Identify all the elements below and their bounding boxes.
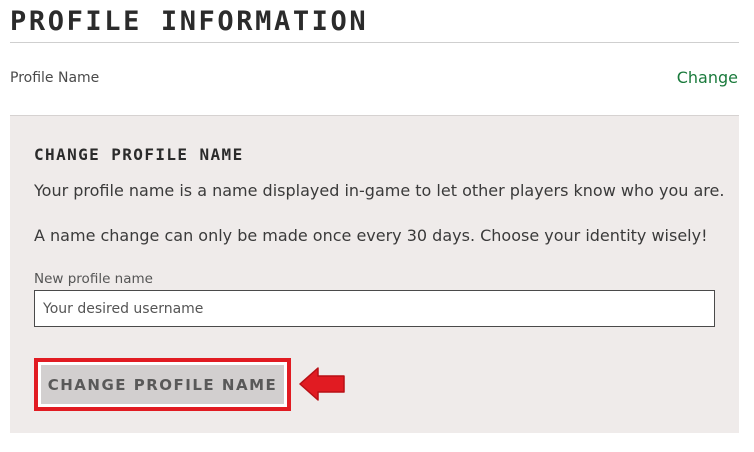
change-profile-name-link[interactable]: Change xyxy=(677,68,738,87)
profile-information-page: PROFILE INFORMATION Profile Name Change … xyxy=(0,0,754,452)
panel-description-1: Your profile name is a name displayed in… xyxy=(34,181,725,200)
arrow-left-icon xyxy=(299,367,345,401)
panel-description-2: A name change can only be made once ever… xyxy=(34,226,708,245)
profile-name-label: Profile Name xyxy=(10,70,100,86)
panel-title: CHANGE PROFILE NAME xyxy=(34,145,244,164)
change-profile-name-button[interactable]: CHANGE PROFILE NAME xyxy=(41,365,284,404)
title-divider xyxy=(10,42,739,43)
page-title: PROFILE INFORMATION xyxy=(10,6,369,37)
new-profile-name-input[interactable] xyxy=(34,290,715,327)
change-profile-name-panel: CHANGE PROFILE NAME Your profile name is… xyxy=(10,115,739,433)
button-highlight-box: CHANGE PROFILE NAME xyxy=(34,358,291,411)
new-profile-name-label: New profile name xyxy=(34,271,153,287)
